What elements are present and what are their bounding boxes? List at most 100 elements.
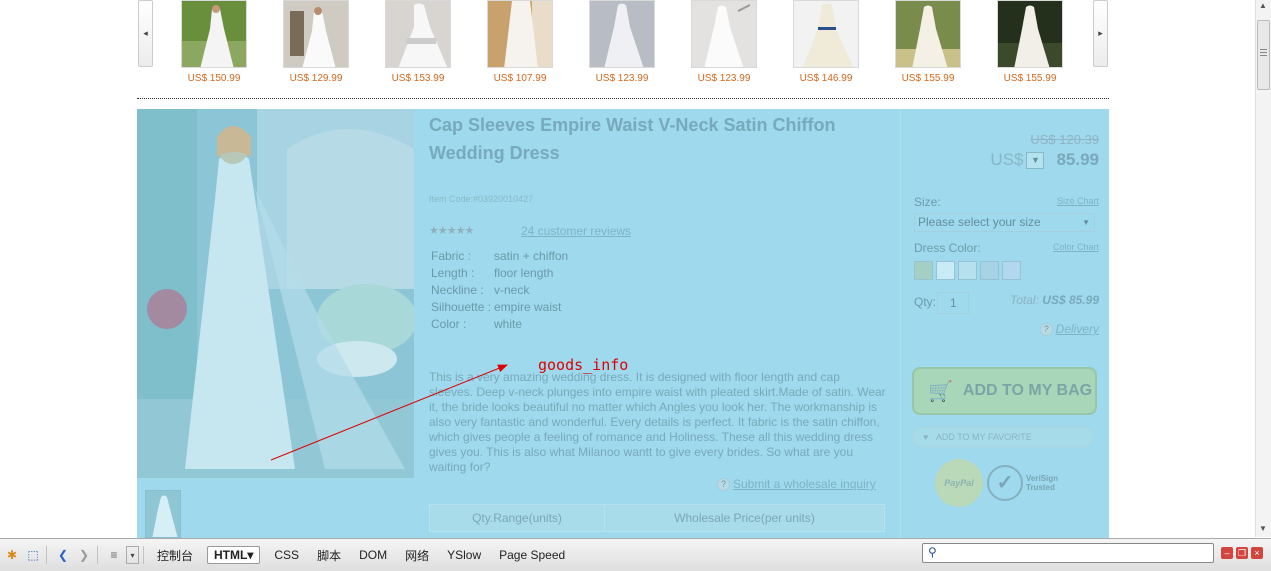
currency-dropdown[interactable]: ▼ <box>1026 151 1045 169</box>
star-icon: ★ <box>455 225 466 237</box>
carousel-item[interactable]: US$ 107.99 <box>485 0 555 84</box>
star-icon: ★ <box>429 225 439 237</box>
tab-page-speed[interactable]: Page Speed <box>499 548 565 562</box>
wholesale-inquiry[interactable]: ? Submit a wholesale inquiry <box>717 477 876 492</box>
close-icon[interactable]: × <box>1251 547 1263 559</box>
help-icon: ? <box>1039 323 1053 337</box>
delivery[interactable]: ? Delivery <box>1039 322 1099 337</box>
qty-range-header: Qty.Range(units) <box>430 505 605 531</box>
tab-console[interactable]: 控制台 <box>157 547 193 564</box>
carousel-prev-button[interactable]: ◂ <box>138 0 153 67</box>
paypal-badge: PayPal <box>935 459 983 507</box>
firebug-icon[interactable]: ✱ <box>3 546 21 564</box>
carousel-next-button[interactable]: ▸ <box>1093 0 1108 67</box>
rating-stars: ★★★★★ <box>429 224 475 237</box>
tab-network[interactable]: 网络 <box>405 547 429 564</box>
total: Total: US$ 85.99 <box>1010 293 1099 307</box>
tab-css[interactable]: CSS <box>274 548 299 562</box>
star-icon: ★ <box>464 225 475 237</box>
add-to-favorite-button[interactable]: ♥ ADD TO MY FAVORITE <box>912 427 1093 447</box>
qty-input[interactable]: 1 <box>937 292 969 314</box>
devtools-toolbar: ✱ ⬚ ❮ ❯ ≡ ▾ 控制台 HTML▾ CSS 脚本 DOM 网络 YSlo… <box>0 538 1271 571</box>
total-label: Total: <box>1010 293 1039 307</box>
old-price: US$ 120.39 <box>1030 132 1099 147</box>
carousel-item[interactable]: US$ 155.99 <box>995 0 1065 84</box>
scroll-down-icon[interactable]: ▼ <box>1259 524 1267 533</box>
spec-row: Color : white <box>431 317 523 331</box>
carousel-item[interactable]: US$ 150.99 <box>179 0 249 84</box>
scroll-up-icon[interactable]: ▲ <box>1259 1 1267 10</box>
separator <box>46 546 47 564</box>
size-chart-link[interactable]: Size Chart <box>1057 196 1099 206</box>
add-to-bag-button[interactable]: 🛒 ADD TO MY BAG <box>912 367 1097 415</box>
purchase-panel: US$ 120.39 US$ ▼ 85.99 Size: Size Chart … <box>900 109 1109 539</box>
qty-label: Qty: <box>914 295 937 309</box>
spec-row: Fabric : satin + chiffon <box>431 249 569 263</box>
carousel-item[interactable]: US$ 153.99 <box>383 0 453 84</box>
color-swatch[interactable] <box>980 261 999 280</box>
tab-yslow[interactable]: YSlow <box>447 548 481 562</box>
cart-icon: 🛒 <box>928 380 953 403</box>
related-products-carousel: ◂ US$ 150.99 US$ 129.99 US$ 153.99 US$ 1… <box>137 0 1109 92</box>
color-swatch[interactable] <box>958 261 977 280</box>
heart-icon: ♥ <box>923 432 929 442</box>
wholesale-inquiry-link[interactable]: Submit a wholesale inquiry <box>733 477 876 491</box>
separator <box>143 546 144 564</box>
carousel-item[interactable]: US$ 123.99 <box>689 0 759 84</box>
carousel-item[interactable]: US$ 123.99 <box>587 0 657 84</box>
star-icon: ★ <box>446 225 457 237</box>
dress-thumbnail[interactable] <box>487 0 553 68</box>
item-code: Item Code:#03920010427 <box>429 194 534 204</box>
color-chart-link[interactable]: Color Chart <box>1053 242 1099 252</box>
goods-info-section: Cap Sleeves Empire Waist V-Neck Satin Ch… <box>137 109 1109 539</box>
carousel-item[interactable]: US$ 129.99 <box>281 0 351 84</box>
product-title: Cap Sleeves Empire Waist V-Neck Satin Ch… <box>429 115 836 163</box>
back-icon[interactable]: ❮ <box>54 546 72 564</box>
dress-thumbnail[interactable] <box>793 0 859 68</box>
separator <box>97 546 98 564</box>
product-thumbnail[interactable] <box>145 490 181 538</box>
detach-icon[interactable]: ❐ <box>1236 547 1248 559</box>
color-swatch[interactable] <box>936 261 955 280</box>
color-swatch[interactable] <box>914 261 933 280</box>
size-label: Size: <box>914 195 941 209</box>
inspect-icon[interactable]: ⬚ <box>24 546 42 564</box>
dropdown-icon[interactable]: ▾ <box>126 546 139 564</box>
checkmark-icon: ✓ <box>987 465 1023 501</box>
chevron-left-icon: ◂ <box>143 28 148 38</box>
dress-thumbnail[interactable] <box>385 0 451 68</box>
chevron-down-icon: ▼ <box>1082 218 1090 227</box>
section-divider <box>137 98 1109 99</box>
customer-reviews-link[interactable]: 24 customer reviews <box>521 224 631 238</box>
spec-list: Fabric : satin + chiffon Length : floor le… <box>431 248 568 333</box>
menu-icon[interactable]: ≡ <box>105 546 123 564</box>
dress-thumbnail[interactable] <box>283 0 349 68</box>
verisign-badge: ✓ VeriSign Trusted <box>987 461 1075 505</box>
forward-icon[interactable]: ❯ <box>75 546 93 564</box>
vertical-scrollbar[interactable]: ▲ ▼ <box>1255 0 1271 537</box>
tab-dom[interactable]: DOM <box>359 548 387 562</box>
star-icon: ★ <box>437 225 448 237</box>
color-swatch[interactable] <box>1002 261 1021 280</box>
annotation-label: goods_info <box>538 356 629 374</box>
dress-thumbnail[interactable] <box>589 0 655 68</box>
scrollbar-thumb[interactable] <box>1257 20 1270 90</box>
color-swatches <box>914 261 1021 280</box>
help-icon: ? <box>717 478 730 492</box>
minimize-icon[interactable]: – <box>1221 547 1233 559</box>
product-description: This is a very amazing wedding dress. It… <box>429 370 886 474</box>
devtools-search-input[interactable]: ⚲ <box>922 543 1214 563</box>
size-select[interactable]: Please select your size ▼ <box>914 213 1095 232</box>
dress-thumbnail[interactable] <box>181 0 247 68</box>
dress-thumbnail[interactable] <box>691 0 757 68</box>
tab-script[interactable]: 脚本 <box>317 547 341 564</box>
tab-html[interactable]: HTML▾ <box>207 546 261 564</box>
product-main-image[interactable] <box>137 109 414 478</box>
dress-thumbnail[interactable] <box>895 0 961 68</box>
carousel-item[interactable]: US$ 146.99 <box>791 0 861 84</box>
spec-row: Neckline : v-neck <box>431 283 530 297</box>
dress-thumbnail[interactable] <box>997 0 1063 68</box>
carousel-item[interactable]: US$ 155.99 <box>893 0 963 84</box>
delivery-link[interactable]: Delivery <box>1056 322 1099 336</box>
wholesale-table-header: Qty.Range(units) Wholesale Price(per uni… <box>429 504 885 532</box>
